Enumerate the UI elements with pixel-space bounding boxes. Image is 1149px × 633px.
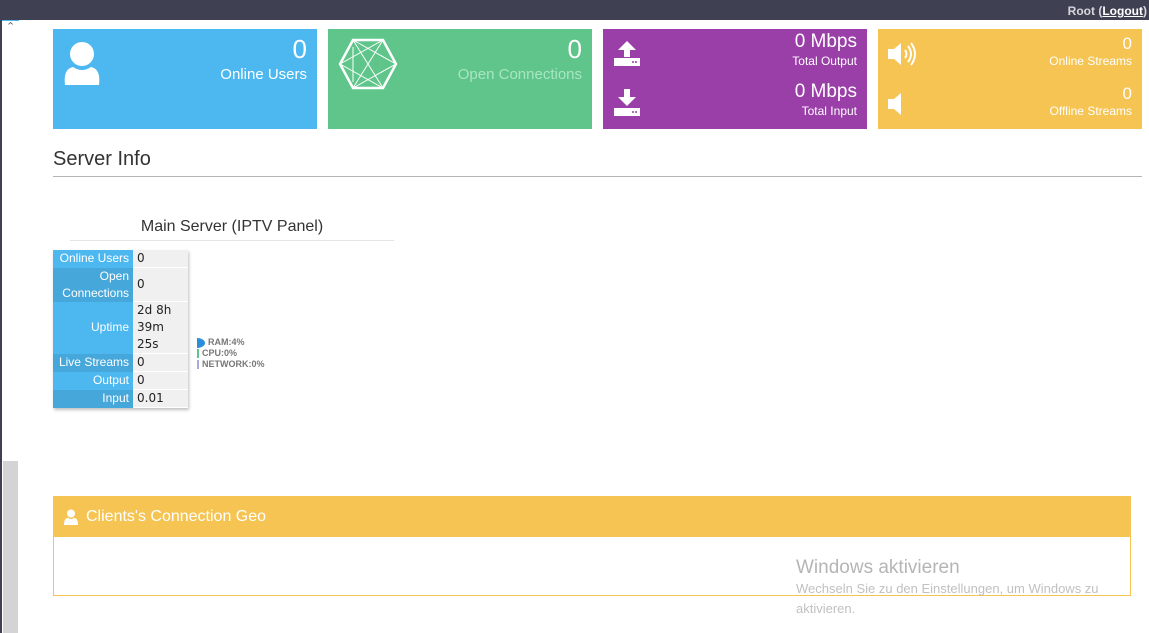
network-label: NETWORK:0% bbox=[202, 359, 265, 369]
user-icon bbox=[64, 42, 100, 85]
stat-value: 0 bbox=[133, 250, 188, 268]
server-name: Main Server (IPTV Panel) bbox=[140, 218, 324, 235]
cpu-label: CPU:0% bbox=[202, 348, 238, 358]
usage-network: NETWORK:0% bbox=[197, 359, 265, 370]
panel-title: Clients's Connection Geo bbox=[86, 508, 267, 525]
total-output-label: Total Output bbox=[792, 54, 857, 68]
stat-key: Input bbox=[53, 389, 133, 408]
chevron-up-icon[interactable]: ⌃ bbox=[6, 22, 16, 33]
stat-value: 0.01 bbox=[133, 389, 188, 408]
download-icon bbox=[614, 89, 640, 116]
stat-row-uptime: Uptime 2d 8h 39m 25s bbox=[53, 301, 188, 354]
network-icon bbox=[338, 38, 398, 90]
online-users-tile: 0 Online Users bbox=[53, 29, 317, 129]
scrollbar[interactable] bbox=[3, 461, 18, 633]
volume-up-icon bbox=[888, 42, 916, 66]
online-users-count: 0 bbox=[292, 34, 307, 64]
sidebar-edge bbox=[0, 20, 2, 633]
volume-off-icon bbox=[888, 93, 901, 115]
stat-row-live-streams: Live Streams 0 bbox=[53, 353, 188, 372]
offline-streams-label: Offline Streams bbox=[1049, 104, 1132, 118]
top-bar: Root (Logout) bbox=[0, 0, 1149, 20]
total-input-label: Total Input bbox=[801, 104, 857, 118]
stat-key: Uptime bbox=[53, 301, 133, 354]
stat-value: 0 bbox=[133, 267, 188, 302]
upload-icon bbox=[614, 41, 640, 66]
offline-streams-count: 0 bbox=[1122, 84, 1132, 103]
user-info: Root (Logout) bbox=[1067, 4, 1147, 18]
stat-row-output: Output 0 bbox=[53, 371, 188, 390]
stat-row-input: Input 0.01 bbox=[53, 389, 188, 408]
stat-row-open-connections: Open Connections 0 bbox=[53, 267, 188, 302]
network-indicator bbox=[197, 360, 199, 369]
stat-key: Open Connections bbox=[53, 267, 133, 302]
user-icon bbox=[64, 509, 78, 525]
online-streams-count: 0 bbox=[1122, 34, 1132, 53]
server-stats-table: Online Users 0 Open Connections 0 Uptime… bbox=[53, 250, 188, 408]
bandwidth-tile: 0 Mbps Total Output 0 Mbps Total Input bbox=[603, 29, 867, 129]
total-input-value: 0 Mbps bbox=[794, 81, 857, 102]
open-connections-label: Open Connections bbox=[457, 66, 582, 83]
stat-key: Online Users bbox=[53, 250, 133, 268]
open-connections-count: 0 bbox=[567, 34, 582, 64]
ram-label: RAM:4% bbox=[208, 337, 245, 347]
open-connections-tile: 0 Open Connections bbox=[328, 29, 592, 129]
usage-cpu: CPU:0% bbox=[197, 348, 265, 359]
stat-key: Live Streams bbox=[53, 353, 133, 372]
online-streams-label: Online Streams bbox=[1049, 54, 1132, 68]
divider bbox=[53, 176, 1142, 177]
stat-key: Output bbox=[53, 371, 133, 390]
stat-value: 0 bbox=[133, 353, 188, 372]
divider bbox=[70, 240, 394, 241]
cpu-indicator bbox=[197, 349, 199, 358]
usage-ram: RAM:4% bbox=[197, 337, 265, 348]
stat-value: 0 bbox=[133, 371, 188, 390]
total-output-value: 0 Mbps bbox=[794, 31, 857, 52]
stat-value: 2d 8h 39m 25s bbox=[133, 301, 188, 354]
panel-header: Clients's Connection Geo bbox=[54, 497, 1130, 537]
usage-legend: RAM:4% CPU:0% NETWORK:0% bbox=[197, 337, 265, 370]
username: Root bbox=[1067, 4, 1095, 18]
online-users-label: Online Users bbox=[220, 66, 307, 83]
streams-tile: 0 Online Streams 0 Offline Streams bbox=[878, 29, 1142, 129]
stat-row-online-users: Online Users 0 bbox=[53, 250, 188, 268]
logout-link[interactable]: Logout bbox=[1102, 4, 1143, 18]
connection-geo-panel: Clients's Connection Geo bbox=[53, 496, 1131, 596]
ram-indicator bbox=[197, 337, 205, 348]
section-title: Server Info bbox=[53, 148, 151, 170]
